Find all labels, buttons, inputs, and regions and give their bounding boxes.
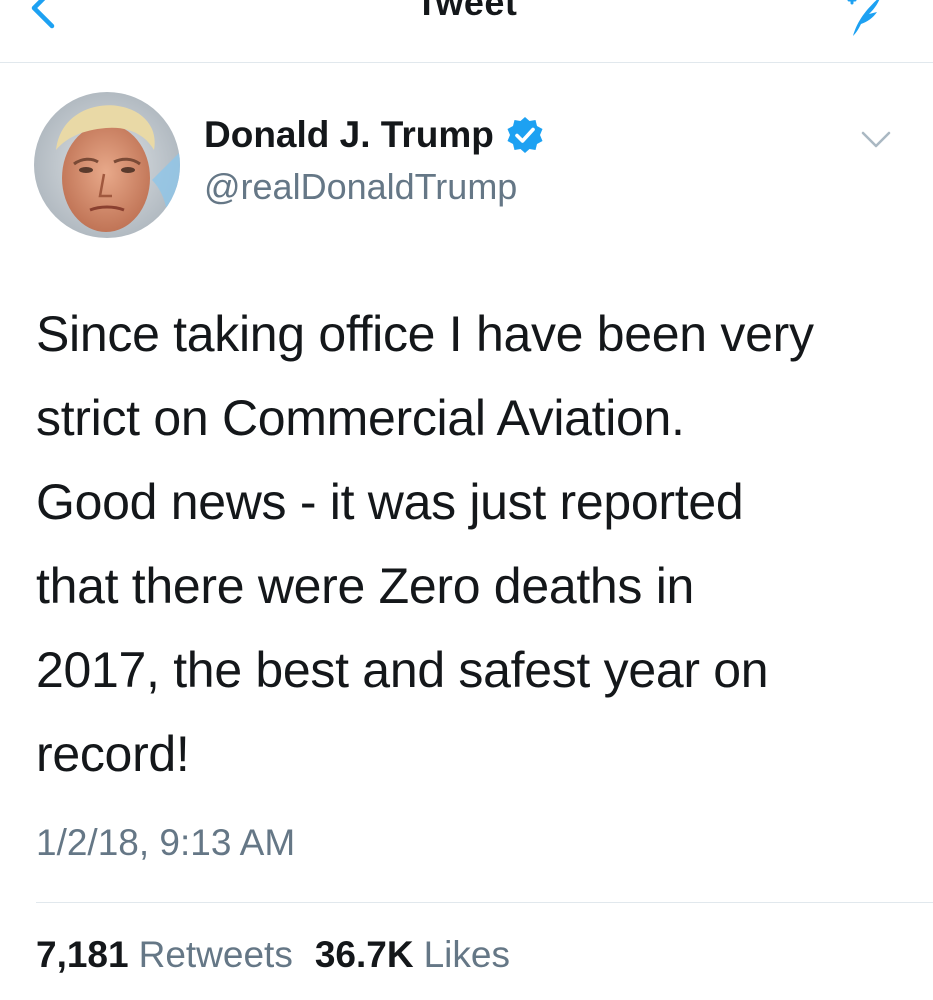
tweet-line: strict on Commercial Aviation. bbox=[36, 390, 685, 446]
tweet-text: Since taking office I have been very str… bbox=[36, 292, 916, 796]
profile-photo bbox=[34, 92, 180, 238]
divider bbox=[36, 902, 933, 903]
user-name-row[interactable]: Donald J. Trump bbox=[204, 114, 544, 156]
retweets-stat[interactable]: 7,181 Retweets bbox=[36, 934, 293, 976]
nav-bar: Tweet bbox=[0, 0, 933, 63]
likes-label: Likes bbox=[423, 934, 510, 975]
tweet-line: 2017, the best and safest year on bbox=[36, 642, 769, 698]
avatar[interactable] bbox=[34, 92, 180, 238]
tweet-line: record! bbox=[36, 726, 190, 782]
likes-stat[interactable]: 36.7K Likes bbox=[315, 934, 510, 976]
retweets-count: 7,181 bbox=[36, 934, 129, 975]
user-handle[interactable]: @realDonaldTrump bbox=[204, 166, 517, 208]
user-name: Donald J. Trump bbox=[204, 114, 494, 155]
tweet-menu-button[interactable] bbox=[859, 128, 893, 152]
retweets-label: Retweets bbox=[138, 934, 293, 975]
tweet-timestamp: 1/2/18, 9:13 AM bbox=[36, 822, 296, 863]
verified-badge-icon bbox=[507, 117, 543, 153]
compose-button[interactable] bbox=[843, 0, 893, 38]
likes-count: 36.7K bbox=[314, 934, 414, 975]
tweet-stats: 7,181 Retweets 36.7K Likes bbox=[36, 934, 510, 976]
tweet-line: Since taking office I have been very bbox=[36, 306, 814, 362]
tweet-line: Good news - it was just reported bbox=[36, 474, 744, 530]
compose-feather-icon bbox=[847, 0, 880, 36]
nav-title: Tweet bbox=[415, 0, 518, 23]
tweet-line: that there were Zero deaths in bbox=[36, 558, 695, 614]
chevron-down-icon bbox=[861, 131, 891, 148]
